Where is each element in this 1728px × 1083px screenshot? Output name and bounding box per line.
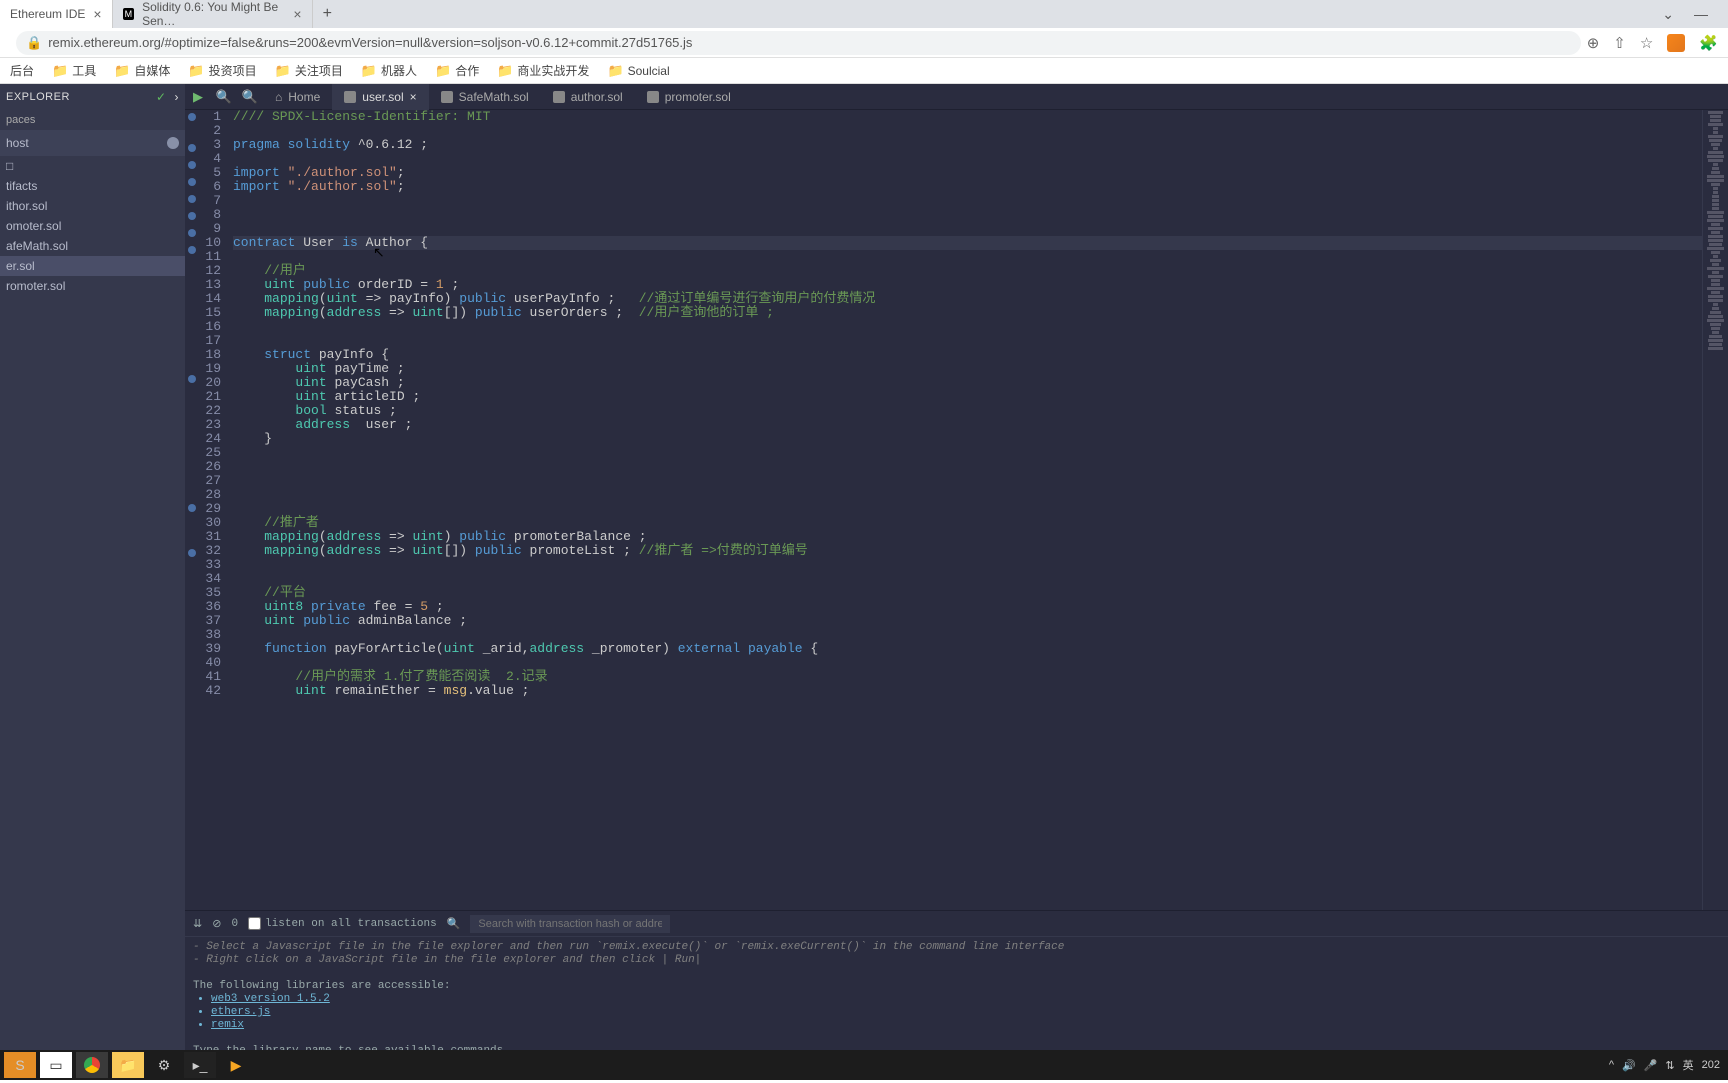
bookmark-folder[interactable]: 📁合作 xyxy=(435,62,479,79)
close-icon[interactable]: × xyxy=(410,90,417,104)
url-input[interactable]: 🔒 remix.ethereum.org/#optimize=false&run… xyxy=(16,31,1581,55)
terminal-link[interactable]: ethers.js xyxy=(211,1006,1720,1019)
folder-icon: 📁 xyxy=(114,63,130,79)
bookmark-folder[interactable]: 📁商业实战开发 xyxy=(497,62,589,79)
terminal-link[interactable]: web3 version 1.5.2 xyxy=(211,993,1720,1006)
tab-title: Solidity 0.6: You Might Be Sen… xyxy=(142,0,285,28)
workspaces-label: paces xyxy=(0,110,185,130)
listen-checkbox[interactable]: listen on all transactions xyxy=(248,917,437,930)
terminal-output: - Select a Javascript file in the file e… xyxy=(185,937,1728,1062)
zoom-in-icon[interactable]: 🔍 xyxy=(237,89,263,105)
bookmark-folder[interactable]: 📁工具 xyxy=(52,62,96,79)
bookmark[interactable]: 后台 xyxy=(10,62,34,79)
folder-icon: 📁 xyxy=(497,63,513,79)
url-bar: 🔒 remix.ethereum.org/#optimize=false&run… xyxy=(0,28,1728,58)
file-item[interactable]: afeMath.sol xyxy=(0,236,185,256)
folder-icon: 📁 xyxy=(435,63,451,79)
taskbar-app[interactable]: ⚙ xyxy=(148,1052,180,1078)
folder-icon: 📁 xyxy=(607,63,623,79)
extensions-icon[interactable]: 🧩 xyxy=(1699,34,1718,52)
check-icon[interactable]: ✓ xyxy=(156,90,167,104)
taskbar-explorer[interactable]: 📁 xyxy=(112,1052,144,1078)
browser-tab[interactable]: Ethereum IDE × xyxy=(0,0,113,28)
editor-tab[interactable]: user.sol× xyxy=(332,84,428,110)
solidity-icon xyxy=(441,91,453,103)
taskbar-chrome[interactable] xyxy=(76,1052,108,1078)
share-icon[interactable]: ⇧ xyxy=(1613,34,1626,52)
bookmarks-bar: 后台 📁工具 📁自媒体 📁投资项目 📁关注项目 📁机器人 📁合作 📁商业实战开发… xyxy=(0,58,1728,84)
terminal-link[interactable]: remix xyxy=(211,1019,1720,1032)
chevron-right-icon[interactable]: › xyxy=(175,90,180,104)
editor-tab[interactable]: promoter.sol xyxy=(635,84,743,110)
tray-up-icon[interactable]: ^ xyxy=(1609,1059,1614,1071)
editor-tabstrip: ▶ 🔍 🔍 ⌂Homeuser.sol×SafeMath.solauthor.s… xyxy=(185,84,1728,110)
solidity-icon xyxy=(553,91,565,103)
editor-tab[interactable]: ⌂Home xyxy=(263,84,332,110)
new-tab-button[interactable]: + xyxy=(313,5,342,23)
folder-icon: 📁 xyxy=(275,63,291,79)
workspace-status-icon xyxy=(167,137,179,149)
browser-tab[interactable]: M Solidity 0.6: You Might Be Sen… × xyxy=(113,0,313,28)
solidity-icon xyxy=(647,91,659,103)
url-text: remix.ethereum.org/#optimize=false&runs=… xyxy=(48,35,692,50)
taskbar-media[interactable]: ▶ xyxy=(220,1052,252,1078)
bookmark-folder[interactable]: 📁关注项目 xyxy=(275,62,343,79)
tab-title: Ethereum IDE xyxy=(10,7,85,21)
metamask-icon[interactable] xyxy=(1667,34,1685,52)
code-editor[interactable]: 1234567891011121314151617181920212223242… xyxy=(185,110,1728,910)
zoom-out-icon[interactable]: 🔍 xyxy=(211,89,237,105)
workspace-select[interactable]: host xyxy=(0,130,185,156)
chevron-down-icon[interactable]: ⌄ xyxy=(1662,6,1674,23)
tray-volume-icon[interactable]: 🔊 xyxy=(1622,1059,1636,1072)
solidity-icon xyxy=(344,91,356,103)
home-icon: ⌂ xyxy=(275,90,282,104)
tray-clock[interactable]: 202 xyxy=(1702,1059,1720,1071)
file-item[interactable]: □ xyxy=(0,156,185,176)
file-item[interactable]: omoter.sol xyxy=(0,216,185,236)
lock-icon: 🔒 xyxy=(26,35,42,51)
close-icon[interactable]: × xyxy=(93,6,101,22)
search-icon[interactable]: ⊕ xyxy=(1587,34,1600,52)
search-icon[interactable]: 🔍 xyxy=(447,917,461,931)
ide-container: EXPLORER ✓ › paces host □tifactsithor.so… xyxy=(0,84,1728,1050)
terminal-panel: ⇊ ⊘ 0 listen on all transactions 🔍 - Sel… xyxy=(185,910,1728,1050)
bookmark-folder[interactable]: 📁投资项目 xyxy=(188,62,256,79)
file-item[interactable]: ithor.sol xyxy=(0,196,185,216)
bookmark-folder[interactable]: 📁机器人 xyxy=(361,62,417,79)
file-item[interactable]: er.sol xyxy=(0,256,185,276)
clear-icon[interactable]: ⊘ xyxy=(212,917,221,931)
close-icon[interactable]: × xyxy=(293,6,301,22)
editor-tab[interactable]: SafeMath.sol xyxy=(429,84,541,110)
minimap[interactable] xyxy=(1702,110,1728,910)
folder-icon: 📁 xyxy=(361,63,377,79)
editor-area: ▶ 🔍 🔍 ⌂Homeuser.sol×SafeMath.solauthor.s… xyxy=(185,84,1728,1050)
medium-icon: M xyxy=(123,8,135,20)
tray-lang[interactable]: 英 xyxy=(1683,1057,1694,1073)
tray-mic-icon[interactable]: 🎤 xyxy=(1644,1059,1658,1072)
bookmark-folder[interactable]: 📁自媒体 xyxy=(114,62,170,79)
explorer-header: EXPLORER ✓ › xyxy=(0,84,185,110)
star-icon[interactable]: ☆ xyxy=(1640,34,1653,52)
file-item[interactable]: romoter.sol xyxy=(0,276,185,296)
taskbar-app[interactable]: S xyxy=(4,1052,36,1078)
run-icon[interactable]: ▶ xyxy=(185,89,211,105)
folder-icon: 📁 xyxy=(188,63,204,79)
editor-tab[interactable]: author.sol xyxy=(541,84,635,110)
browser-tab-strip: Ethereum IDE × M Solidity 0.6: You Might… xyxy=(0,0,1728,28)
file-item[interactable]: tifacts xyxy=(0,176,185,196)
minimize-icon[interactable]: — xyxy=(1694,6,1708,23)
collapse-icon[interactable]: ⇊ xyxy=(193,917,202,931)
bookmark-folder[interactable]: 📁Soulcial xyxy=(607,63,669,79)
taskbar-app[interactable]: ▭ xyxy=(40,1052,72,1078)
taskbar-terminal[interactable]: ▸_ xyxy=(184,1052,216,1078)
tray-network-icon[interactable]: ⇅ xyxy=(1665,1059,1674,1072)
pending-count: 0 xyxy=(231,918,238,930)
window-controls: ⌄ — xyxy=(1662,6,1728,23)
file-explorer: EXPLORER ✓ › paces host □tifactsithor.so… xyxy=(0,84,185,1050)
terminal-search-input[interactable] xyxy=(470,915,670,933)
taskbar: S ▭ 📁 ⚙ ▸_ ▶ ^ 🔊 🎤 ⇅ 英 202 xyxy=(0,1050,1728,1080)
folder-icon: 📁 xyxy=(52,63,68,79)
